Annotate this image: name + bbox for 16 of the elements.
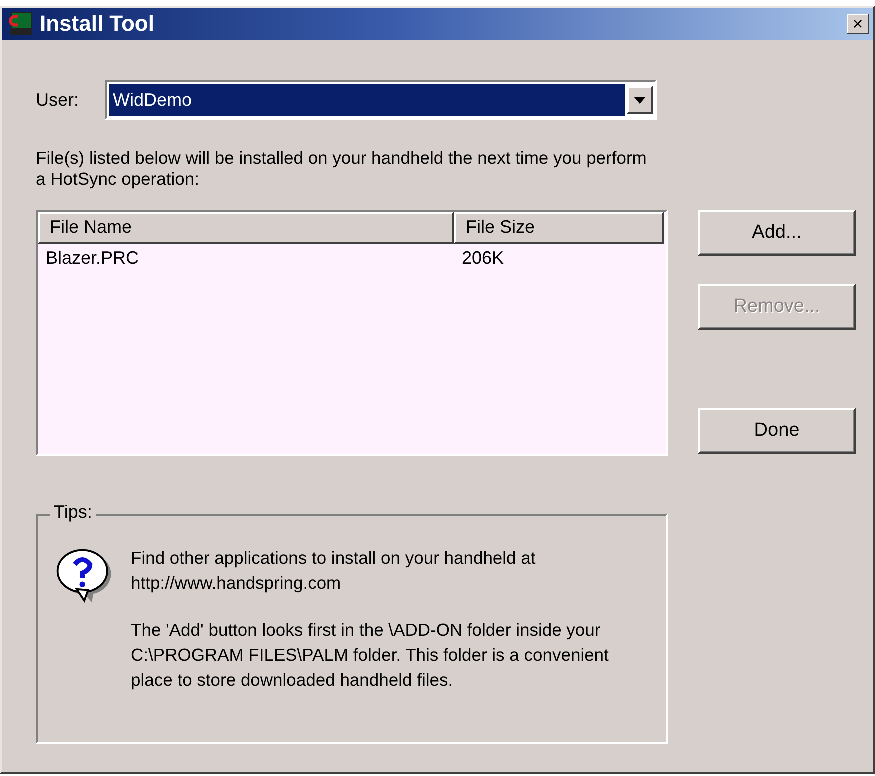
- action-button[interactable]: Done: [698, 408, 856, 454]
- dropdown-arrow-icon: [634, 96, 646, 104]
- user-dropdown[interactable]: WidDemo: [105, 80, 658, 120]
- window-title: Install Tool: [40, 11, 156, 37]
- column-header[interactable]: File Name: [38, 212, 454, 244]
- column-header[interactable]: File Size: [454, 212, 664, 244]
- instruction-text: File(s) listed below will be installed on your handheld the next time you perform a HotSync operation:: [36, 148, 648, 190]
- tip-text: The 'Add' button looks first in the \ADD-ON folder inside your C:\PROGRAM FILES\PALM folder. This folder is a convenient place to store downloaded handheld files.: [131, 619, 610, 692]
- user-label: User:: [36, 90, 80, 110]
- table-cell[interactable]: Blazer.PRC: [38, 248, 454, 269]
- action-button[interactable]: Add...: [698, 210, 856, 256]
- close-button[interactable]: ×: [847, 14, 869, 34]
- tip-text: Find other applications to install on your handheld at http://www.handspring.com: [131, 547, 537, 595]
- group-title: Tips:: [50, 502, 96, 523]
- table-cell[interactable]: 206K: [454, 248, 664, 269]
- app-icon: [6, 11, 34, 37]
